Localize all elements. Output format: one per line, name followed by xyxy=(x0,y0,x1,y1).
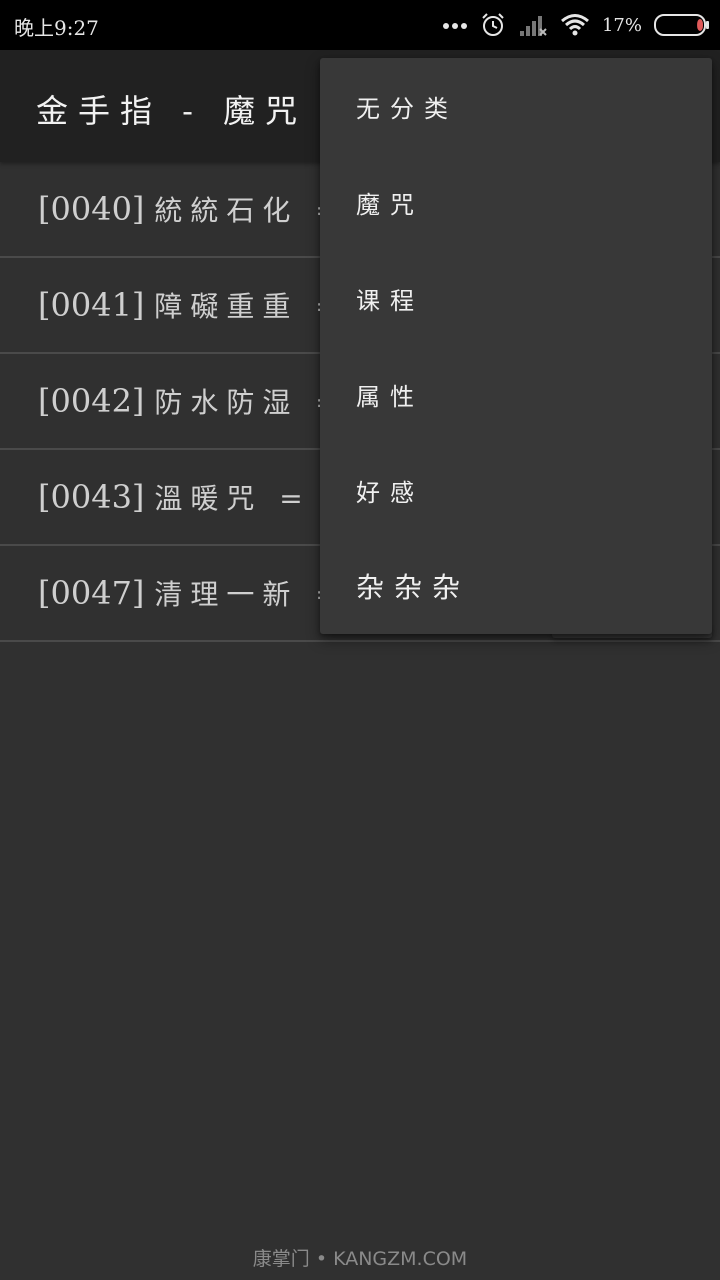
menu-item-attributes[interactable]: 属性 xyxy=(320,346,712,442)
item-name: 清理一新 = xyxy=(154,578,347,611)
signal-icon xyxy=(518,13,548,37)
item-code: [0041] xyxy=(38,286,145,324)
battery-percent: 17% xyxy=(601,14,642,36)
status-bar: 晚上9:27 17% xyxy=(0,0,720,50)
status-time: 晚上9:27 xyxy=(14,16,99,40)
wifi-icon xyxy=(560,13,590,37)
watermark: 康掌门 • KANGZM.COM xyxy=(252,1248,468,1270)
item-code: [0043] xyxy=(38,478,145,516)
status-icons: 17% xyxy=(442,10,710,40)
menu-item-uncategorized[interactable]: 无分类 xyxy=(320,58,712,154)
item-name: 障礙重重 = xyxy=(154,290,347,323)
category-menu: 无分类 魔咒 课程 属性 好感 杂杂杂 xyxy=(320,58,712,634)
item-code: [0047] xyxy=(38,574,145,612)
more-dots-icon xyxy=(442,20,468,30)
alarm-clock-icon xyxy=(480,12,506,38)
item-name: 防水防湿 = xyxy=(154,386,347,419)
battery-icon xyxy=(654,13,710,37)
menu-item-courses[interactable]: 课程 xyxy=(320,250,712,346)
item-code: [0042] xyxy=(38,382,145,420)
menu-item-affection[interactable]: 好感 xyxy=(320,442,712,538)
app-title: 金手指 - 魔咒 xyxy=(36,92,308,130)
menu-item-misc[interactable]: 杂杂杂 xyxy=(320,538,712,634)
item-code: [0040] xyxy=(38,190,145,228)
item-name: 統統石化 = xyxy=(154,194,347,227)
screen: 晚上9:27 17% 金手指 - 魔咒 [0040] 統統石化 = [0041]… xyxy=(0,0,720,1280)
menu-item-spells[interactable]: 魔咒 xyxy=(320,154,712,250)
